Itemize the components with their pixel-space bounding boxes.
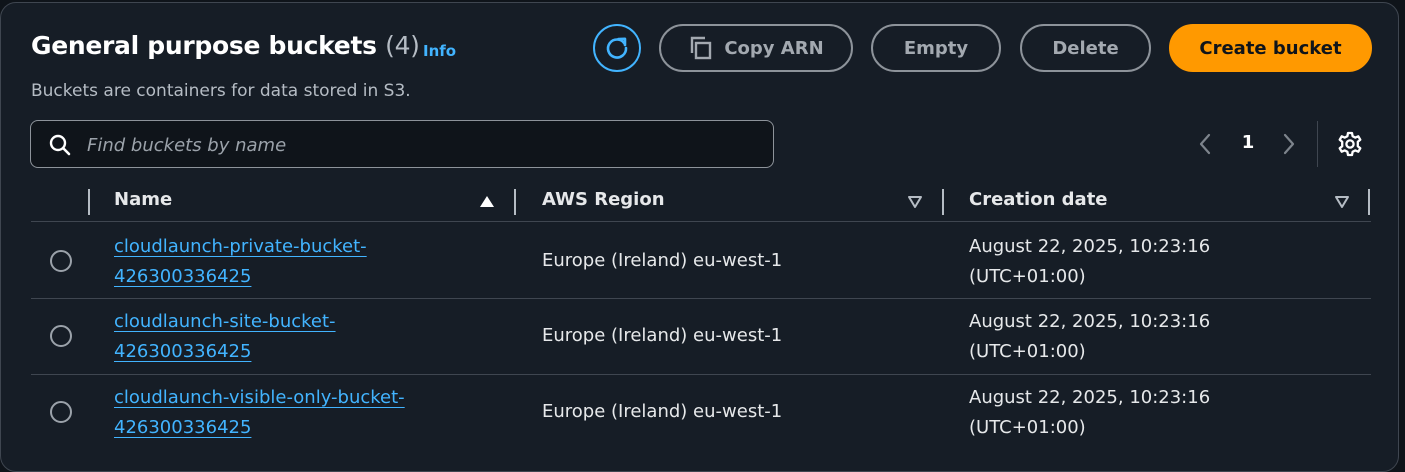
delete-label: Delete bbox=[1052, 37, 1119, 59]
table-row: cloudlaunch-visible-only-bucket-42630033… bbox=[1, 374, 1400, 450]
copy-arn-button[interactable]: Copy ARN bbox=[659, 24, 853, 72]
column-header-region[interactable]: AWS Region bbox=[542, 189, 665, 215]
search-field[interactable] bbox=[30, 120, 774, 169]
bucket-name-link[interactable]: cloudlaunch-private-bucket-426300336425 bbox=[114, 232, 454, 292]
bucket-name-link[interactable]: cloudlaunch-visible-only-bucket-42630033… bbox=[114, 383, 454, 443]
bucket-creation-date: August 22, 2025, 10:23:16 (UTC+01:00) bbox=[969, 387, 1211, 438]
bucket-region: Europe (Ireland) eu-west-1 bbox=[542, 250, 783, 271]
search-input[interactable] bbox=[85, 121, 749, 169]
previous-page-icon[interactable] bbox=[1197, 132, 1213, 156]
column-header-name[interactable]: Name bbox=[114, 189, 172, 215]
column-header-creation-date[interactable]: Creation date bbox=[969, 189, 1108, 215]
bucket-name-link[interactable]: cloudlaunch-site-bucket-426300336425 bbox=[114, 307, 454, 367]
pagination-divider bbox=[1317, 121, 1318, 167]
row-select-radio[interactable] bbox=[50, 325, 72, 347]
sort-descending-outline-icon[interactable] bbox=[907, 195, 923, 209]
column-divider bbox=[1368, 189, 1370, 215]
next-page-icon[interactable] bbox=[1281, 132, 1297, 156]
refresh-icon bbox=[606, 37, 628, 59]
column-divider[interactable] bbox=[942, 189, 944, 215]
info-link[interactable]: Info bbox=[423, 42, 456, 60]
column-divider[interactable] bbox=[514, 189, 516, 215]
title-text: General purpose buckets bbox=[31, 31, 377, 60]
bucket-creation-date: August 22, 2025, 10:23:16 (UTC+01:00) bbox=[969, 311, 1211, 362]
page-title: General purpose buckets (4) bbox=[31, 31, 420, 60]
empty-button[interactable]: Empty bbox=[871, 24, 1001, 72]
copy-icon bbox=[691, 36, 712, 60]
search-icon bbox=[49, 134, 71, 156]
bucket-region: Europe (Ireland) eu-west-1 bbox=[542, 325, 783, 346]
copy-arn-label: Copy ARN bbox=[724, 37, 824, 59]
column-divider bbox=[88, 189, 90, 215]
bucket-region: Europe (Ireland) eu-west-1 bbox=[542, 401, 783, 422]
row-select-radio[interactable] bbox=[50, 401, 72, 423]
table-row: cloudlaunch-site-bucket-426300336425 Eur… bbox=[1, 298, 1400, 374]
refresh-button[interactable] bbox=[593, 24, 641, 72]
row-select-radio[interactable] bbox=[50, 250, 72, 272]
sort-descending-outline-icon[interactable] bbox=[1334, 195, 1350, 209]
page-description: Buckets are containers for data stored i… bbox=[31, 81, 411, 101]
empty-label: Empty bbox=[903, 37, 969, 59]
table-row: cloudlaunch-private-bucket-426300336425 … bbox=[1, 222, 1400, 298]
delete-button[interactable]: Delete bbox=[1020, 24, 1151, 72]
gear-icon[interactable] bbox=[1337, 131, 1363, 157]
create-bucket-button[interactable]: Create bucket bbox=[1169, 24, 1372, 72]
bucket-creation-date: August 22, 2025, 10:23:16 (UTC+01:00) bbox=[969, 236, 1211, 287]
sort-ascending-icon[interactable] bbox=[479, 195, 495, 209]
current-page-number[interactable]: 1 bbox=[1237, 132, 1259, 153]
bucket-count: (4) bbox=[385, 31, 420, 60]
create-bucket-label: Create bucket bbox=[1199, 37, 1342, 59]
buckets-panel: General purpose buckets (4) Info Buckets… bbox=[0, 2, 1399, 472]
